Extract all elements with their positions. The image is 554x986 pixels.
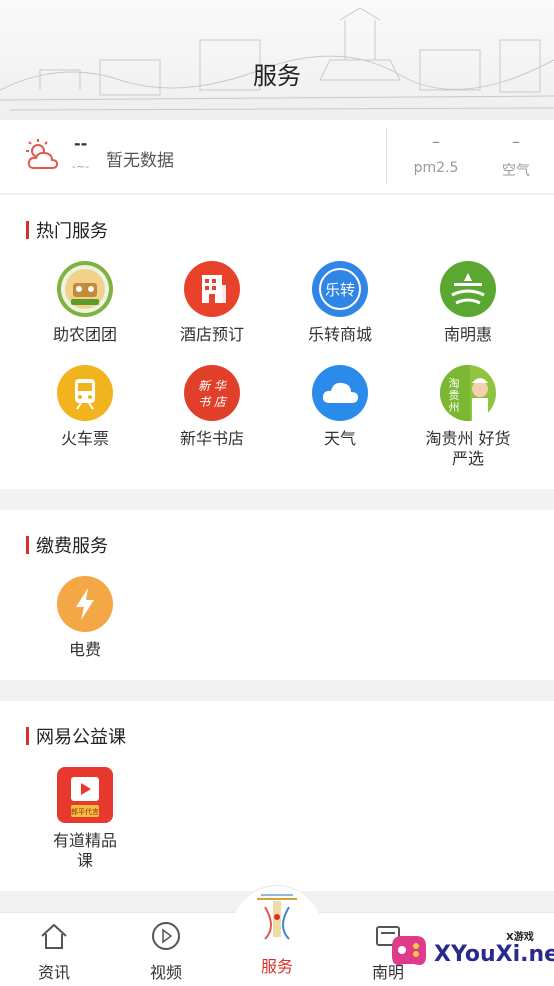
service-emblem-icon — [247, 894, 307, 951]
service-label: 酒店预订 — [179, 325, 244, 344]
site-watermark: XYouXi.net X游戏 — [380, 920, 554, 982]
section-title: 网易公益课 — [36, 727, 126, 748]
section-header: 缴费服务 — [26, 532, 108, 558]
svg-text:郎平代言: 郎平代言 — [71, 807, 99, 816]
mall-icon: 乐转 — [312, 261, 368, 317]
netease-courses-section: 网易公益课 郎平代言 有道精品课 — [0, 701, 554, 891]
tab-service[interactable]: 服务 — [237, 887, 317, 977]
section-accent-bar — [26, 727, 29, 745]
hotel-icon — [184, 261, 240, 317]
section-title: 热门服务 — [36, 221, 108, 242]
temperature-range: -~- — [72, 160, 90, 173]
bookstore-icon: 新 华书 店 — [184, 365, 240, 421]
air-value: – — [512, 132, 520, 151]
service-nanming-hui[interactable]: 南明惠 — [408, 261, 528, 345]
tab-label: 视频 — [149, 963, 182, 982]
weather-divider — [386, 128, 387, 184]
service-train[interactable]: 火车票 — [25, 365, 145, 449]
pm25-block: – pm2.5 — [406, 132, 466, 176]
service-label: 南明惠 — [443, 325, 492, 344]
service-xinhua-bookstore[interactable]: 新 华书 店 新华书店 — [152, 365, 272, 449]
service-mall[interactable]: 乐转 乐转商城 — [280, 261, 400, 345]
service-electricity[interactable]: 电费 — [25, 576, 145, 660]
weather-bar[interactable]: -- -~- 暂无数据 – pm2.5 – 空气 — [0, 120, 554, 194]
service-weather[interactable]: 天气 — [280, 365, 400, 449]
page-header: 服务 — [0, 0, 554, 120]
service-label: 淘贵州 好货严选 — [425, 429, 511, 468]
watermark-small: X游戏 — [506, 932, 534, 943]
svg-text:新 华: 新 华 — [198, 379, 228, 393]
svg-text:乐转: 乐转 — [325, 281, 355, 299]
service-taoguizhou[interactable]: 淘贵州 淘贵州 好货严选 — [408, 365, 528, 469]
temperature-value: -- — [74, 134, 88, 153]
service-hotel[interactable]: 酒店预订 — [152, 261, 272, 345]
tab-news[interactable]: 资讯 — [14, 921, 94, 983]
partly-cloudy-icon — [24, 138, 60, 176]
section-accent-bar — [26, 536, 29, 554]
air-quality-block: – 空气 — [486, 132, 546, 180]
service-youdao-course[interactable]: 郎平代言 有道精品课 — [25, 767, 145, 871]
section-header: 热门服务 — [26, 217, 108, 243]
svg-text:书 店: 书 店 — [198, 395, 228, 409]
home-icon — [38, 923, 70, 955]
weather-status: 暂无数据 — [106, 151, 174, 171]
farm-group-icon — [57, 261, 113, 317]
service-farm-group[interactable]: 助农团团 — [25, 261, 145, 345]
service-label: 助农团团 — [52, 325, 117, 344]
nanming-icon — [440, 261, 496, 317]
tab-video[interactable]: 视频 — [126, 921, 206, 983]
lightning-icon — [57, 576, 113, 632]
svg-text:州: 州 — [449, 401, 460, 414]
youdao-icon: 郎平代言 — [57, 767, 113, 823]
page-title: 服务 — [253, 62, 301, 90]
tab-label: 资讯 — [37, 963, 70, 982]
payment-services-section: 缴费服务 电费 — [0, 510, 554, 680]
service-label: 电费 — [68, 640, 101, 659]
train-icon — [57, 365, 113, 421]
service-label: 有道精品课 — [52, 831, 117, 870]
service-label: 天气 — [323, 429, 356, 448]
section-header: 网易公益课 — [26, 723, 126, 749]
gamepad-logo-icon — [392, 936, 426, 965]
cloud-icon — [312, 365, 368, 421]
pm25-value: – — [432, 132, 440, 151]
watermark-brand: XYouXi.net — [434, 942, 554, 967]
section-accent-bar — [26, 221, 29, 239]
taoguizhou-icon: 淘贵州 — [440, 365, 496, 421]
service-label: 火车票 — [60, 429, 109, 448]
air-label: 空气 — [502, 163, 530, 179]
section-title: 缴费服务 — [36, 536, 108, 557]
tab-label: 服务 — [260, 957, 293, 976]
hot-services-section: 热门服务 助农团团 酒店预订 乐转 乐转商城 南明惠 火车票 新 华书 店 新华… — [0, 195, 554, 489]
service-label: 乐转商城 — [307, 325, 372, 344]
pm25-label: pm2.5 — [413, 160, 459, 176]
play-icon — [150, 922, 182, 955]
service-label: 新华书店 — [179, 429, 244, 448]
